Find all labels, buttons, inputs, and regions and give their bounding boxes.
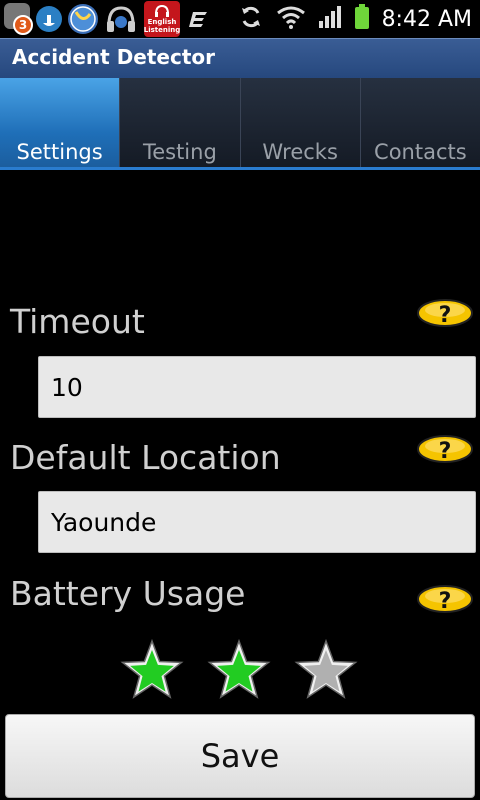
save-button[interactable]: Save [5,714,475,798]
tab-settings-label: Settings [16,140,103,164]
tab-testing-label: Testing [142,140,217,164]
tab-testing[interactable]: Testing [119,78,240,170]
tab-wrecks-label: Wrecks [262,140,338,164]
svg-text:?: ? [439,439,452,464]
default-location-help-icon[interactable]: ? [416,434,474,464]
timeout-help-icon[interactable]: ? [416,298,474,328]
english-listening-app-icon: English Listening [144,1,180,37]
browser-globe-icon [68,4,98,34]
timeout-input[interactable] [38,356,476,418]
headphones-icon [104,4,138,34]
battery-usage-rating[interactable] [120,638,360,702]
app-title-bar: Accident Detector [0,38,480,78]
messaging-icon: 3 [4,3,33,35]
tab-bar: Settings Testing Wrecks Contacts [0,78,480,170]
download-icon [36,6,62,32]
signal-strength-icon [318,5,342,33]
app-title: Accident Detector [12,45,215,69]
star-empty-icon[interactable] [294,638,358,702]
svg-text:?: ? [439,303,452,328]
wifi-icon [276,5,306,33]
battery-usage-label: Battery Usage [10,574,246,613]
tab-settings[interactable]: Settings [0,78,120,170]
tab-wrecks[interactable]: Wrecks [239,78,360,170]
star-filled-icon[interactable] [207,638,271,702]
default-location-input[interactable] [38,491,476,553]
tab-contacts[interactable]: Contacts [359,78,480,170]
clock: 8:42 AM [381,6,472,32]
english-listening-label: English Listening [143,18,181,34]
svg-text:?: ? [439,589,452,614]
battery-icon [354,4,370,34]
default-location-label: Default Location [10,438,281,477]
timeout-label: Timeout [10,302,145,341]
notification-count-badge: 3 [13,15,33,35]
tab-indicator-line [0,167,480,170]
sync-icon [238,4,264,34]
e-app-icon [186,4,210,34]
battery-usage-help-icon[interactable]: ? [416,584,474,614]
star-filled-icon[interactable] [120,638,184,702]
status-bar: 3 English Listening 8:42 AM [0,0,480,38]
tab-contacts-label: Contacts [374,140,467,164]
